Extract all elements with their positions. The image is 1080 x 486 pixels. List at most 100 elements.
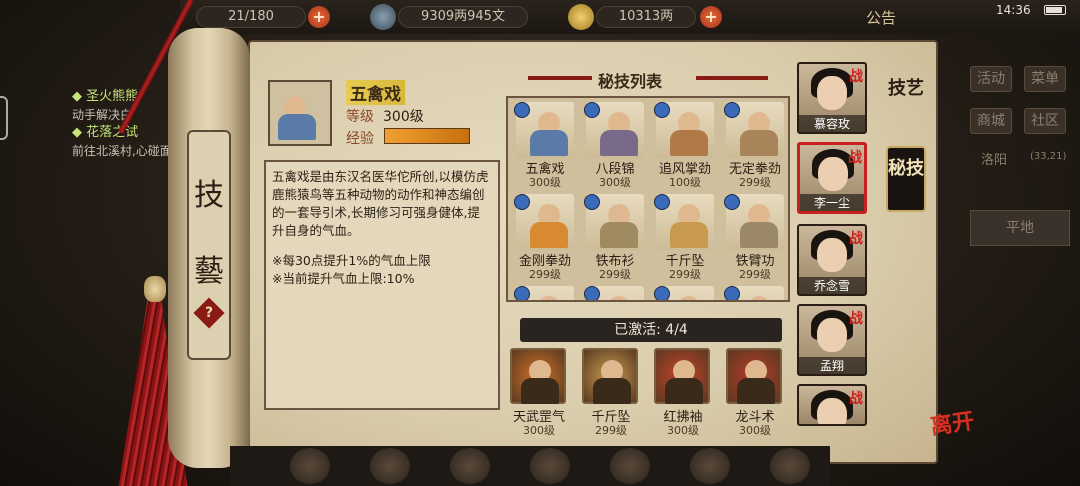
game-screen: 21/180 + 9309两945文 10313两 + 公告 14:36 ◆ 圣… bbox=[0, 0, 1080, 486]
level-label: 等级 bbox=[346, 109, 374, 125]
figure-body bbox=[665, 378, 703, 404]
character-face bbox=[818, 157, 848, 191]
add-gold-button[interactable]: + bbox=[700, 6, 722, 28]
skill-item[interactable]: 五禽戏 300级 bbox=[512, 100, 578, 189]
character-card[interactable]: 战慕容玫 bbox=[797, 62, 867, 134]
bottom-icon-6[interactable] bbox=[690, 448, 730, 484]
silver-counter: 9309两945文 bbox=[398, 6, 528, 28]
skill-item[interactable] bbox=[652, 284, 718, 300]
add-followers-button[interactable]: + bbox=[308, 6, 330, 28]
battle-badge: 战 bbox=[848, 150, 862, 166]
figure-body bbox=[600, 130, 638, 156]
figure-body bbox=[740, 222, 778, 248]
battle-badge: 战 bbox=[849, 391, 863, 407]
equip-badge-icon bbox=[654, 286, 670, 300]
skill-item[interactable]: 千斤坠 299级 bbox=[652, 192, 718, 281]
notice-button[interactable]: 公告 bbox=[866, 7, 896, 28]
activated-skill[interactable]: 千斤坠 299级 bbox=[580, 348, 642, 437]
battle-badge: 战 bbox=[849, 231, 863, 247]
terrain-label: 平地 bbox=[970, 210, 1070, 246]
clock: 14:36 bbox=[996, 3, 1031, 17]
skill-item-level: 299级 bbox=[739, 176, 771, 189]
character-card[interactable]: 战李一尘 bbox=[797, 142, 867, 214]
quest-title: ◆ 圣火熊熊 bbox=[72, 89, 139, 104]
figure-body bbox=[737, 378, 775, 404]
activated-skill-level: 300级 bbox=[739, 424, 771, 437]
character-face bbox=[817, 398, 847, 424]
followers-counter: 21/180 bbox=[196, 6, 306, 28]
character-card[interactable]: 战乔念雪 bbox=[797, 224, 867, 296]
skill-item-level: 100级 bbox=[669, 176, 701, 189]
equip-badge-icon bbox=[724, 286, 740, 300]
skill-item-level: 299级 bbox=[739, 268, 771, 281]
tab-secret-skills[interactable]: 秘技 bbox=[886, 146, 926, 212]
skill-item[interactable] bbox=[582, 284, 648, 300]
equip-badge-icon bbox=[584, 194, 600, 210]
skill-item[interactable] bbox=[722, 284, 788, 300]
character-name: 慕容玫 bbox=[799, 115, 865, 132]
left-edge-handle[interactable] bbox=[0, 96, 8, 140]
tab-skills[interactable]: 技艺 bbox=[886, 78, 926, 100]
skill-item[interactable]: 无定拳劲 299级 bbox=[722, 100, 788, 189]
location-coord: (33,21) bbox=[1030, 151, 1067, 162]
activated-skill[interactable]: 龙斗术 300级 bbox=[724, 348, 786, 437]
bottom-icon-3[interactable] bbox=[450, 448, 490, 484]
figure-body bbox=[521, 378, 559, 404]
shop-button[interactable]: 商城 bbox=[970, 108, 1012, 134]
bottom-icon-5[interactable] bbox=[610, 448, 650, 484]
bottom-icon-1[interactable] bbox=[290, 448, 330, 484]
skill-name: 五禽戏 bbox=[346, 80, 405, 105]
activated-skill[interactable]: 天武罡气 300级 bbox=[508, 348, 570, 437]
skill-item[interactable] bbox=[512, 284, 578, 300]
bottom-icon-4[interactable] bbox=[530, 448, 570, 484]
community-button[interactable]: 社区 bbox=[1024, 108, 1066, 134]
leave-button[interactable]: 离开 bbox=[928, 403, 976, 441]
equip-badge-icon bbox=[514, 194, 530, 210]
help-button[interactable]: ? bbox=[193, 297, 225, 329]
figure-body bbox=[670, 130, 708, 156]
title-rule-right bbox=[696, 76, 768, 80]
note-1: ※每30点提升1%的气血上限 bbox=[272, 253, 431, 268]
skill-item-level: 300级 bbox=[529, 176, 561, 189]
skill-item[interactable]: 八段锦 300级 bbox=[582, 100, 648, 189]
quest-2-title: 花落之试 bbox=[86, 125, 139, 140]
exp-label: 经验 bbox=[346, 131, 374, 147]
figure-body bbox=[600, 222, 638, 248]
scroll-title-bottom: 藝 bbox=[194, 254, 224, 289]
bottom-icon-7[interactable] bbox=[770, 448, 810, 484]
equip-badge-icon bbox=[584, 286, 600, 300]
activity-button[interactable]: 活动 bbox=[970, 66, 1012, 92]
battle-badge: 战 bbox=[849, 69, 863, 85]
bottom-icon-2[interactable] bbox=[370, 448, 410, 484]
character-name: 乔念雪 bbox=[799, 277, 865, 294]
scroll-title-top: 技 bbox=[194, 178, 224, 213]
skill-item-level: 299级 bbox=[599, 268, 631, 281]
portrait-body bbox=[278, 114, 316, 140]
exp-bar bbox=[384, 128, 470, 144]
skill-item[interactable]: 铁臂功 299级 bbox=[722, 192, 788, 281]
skill-list[interactable]: 五禽戏 300级 八段锦 300级 追风掌劲 100级 无定拳劲 299级金刚拳劲 299级 铁布… bbox=[506, 96, 790, 302]
activated-skill-level: 300级 bbox=[667, 424, 699, 437]
gold-icon bbox=[568, 4, 594, 30]
activated-skill[interactable]: 红拂袖 300级 bbox=[652, 348, 714, 437]
skill-item[interactable]: 金刚拳劲 299级 bbox=[512, 192, 578, 281]
skill-item-level: 299级 bbox=[669, 268, 701, 281]
skill-item[interactable]: 铁布衫 299级 bbox=[582, 192, 648, 281]
skill-art bbox=[510, 348, 566, 404]
character-face bbox=[817, 76, 847, 110]
figure-body bbox=[530, 130, 568, 156]
character-card[interactable]: 战 bbox=[797, 384, 867, 426]
figure-head bbox=[538, 296, 560, 300]
title-rule-left bbox=[528, 76, 592, 80]
figure-head bbox=[678, 296, 700, 300]
menu-button[interactable]: 菜单 bbox=[1024, 66, 1066, 92]
character-name: 孟翔 bbox=[799, 357, 865, 374]
silver-icon bbox=[370, 4, 396, 30]
gold-value: 10313两 bbox=[618, 9, 674, 24]
character-card[interactable]: 战孟翔 bbox=[797, 304, 867, 376]
skill-item[interactable]: 追风掌劲 100级 bbox=[652, 100, 718, 189]
skill-art bbox=[582, 348, 638, 404]
note-2: ※当前提升气血上限:10% bbox=[272, 271, 415, 286]
character-name: 李一尘 bbox=[800, 194, 864, 211]
equip-badge-icon bbox=[654, 102, 670, 118]
